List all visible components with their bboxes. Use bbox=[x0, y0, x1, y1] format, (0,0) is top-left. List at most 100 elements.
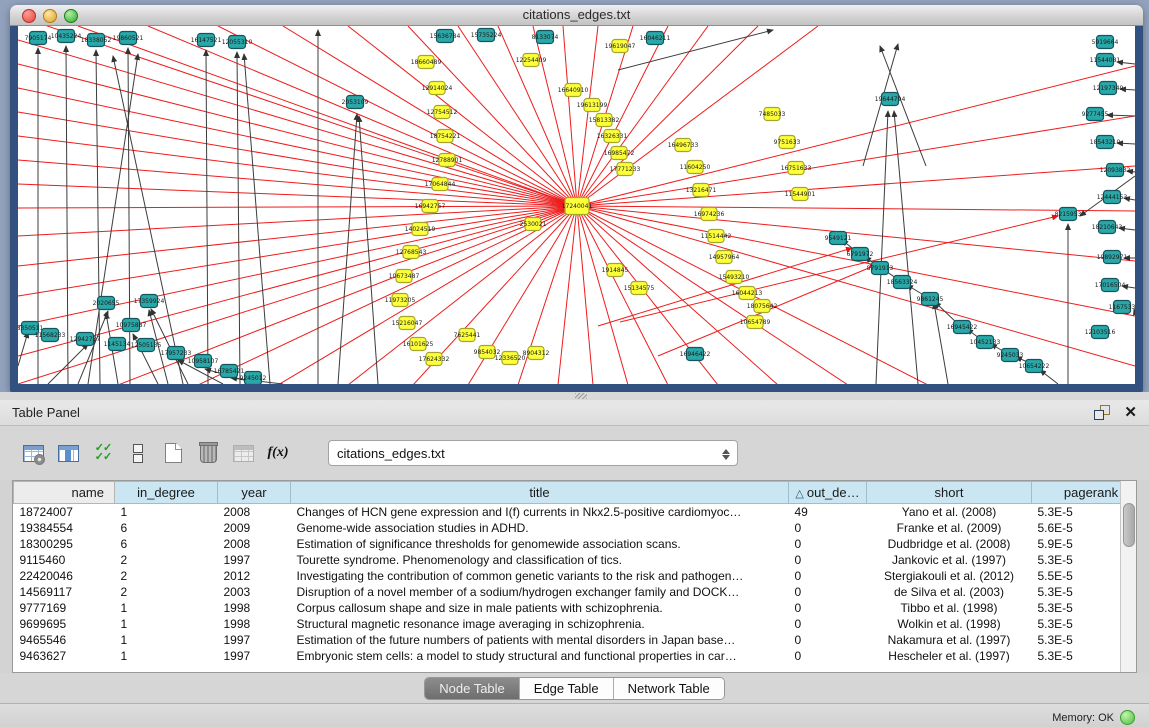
cell-year[interactable]: 2012 bbox=[218, 568, 291, 584]
cell-short[interactable]: Jankovic et al. (1997) bbox=[867, 552, 1032, 568]
cell-name[interactable]: 9115460 bbox=[14, 552, 115, 568]
cell-name[interactable]: 14569117 bbox=[14, 584, 115, 600]
cell-out_degree[interactable]: 0 bbox=[789, 584, 867, 600]
cell-title[interactable]: Embryonic stem cells: a model to study s… bbox=[291, 648, 789, 664]
cell-name[interactable]: 19384554 bbox=[14, 520, 115, 536]
citation-network-graph[interactable]: 7905174104352241833805219860521161475211… bbox=[18, 26, 1135, 384]
cell-name[interactable]: 9699695 bbox=[14, 616, 115, 632]
cell-year[interactable]: 2008 bbox=[218, 536, 291, 552]
network-canvas[interactable]: 7905174104352241833805219860521161475211… bbox=[18, 26, 1135, 384]
cell-year[interactable]: 2003 bbox=[218, 584, 291, 600]
table-row[interactable]: 1456911722003Disruption of a novel membe… bbox=[14, 584, 1138, 600]
cell-out_degree[interactable]: 0 bbox=[789, 536, 867, 552]
table-mode-button[interactable] bbox=[125, 440, 151, 466]
table-row[interactable]: 911546021997Tourette syndrome. Phenomeno… bbox=[14, 552, 1138, 568]
cell-in_degree[interactable]: 6 bbox=[115, 520, 218, 536]
cell-out_degree[interactable]: 0 bbox=[789, 568, 867, 584]
table-row[interactable]: 1872400712008Changes of HCN gene express… bbox=[14, 504, 1138, 521]
cell-title[interactable]: Genome-wide association studies in ADHD. bbox=[291, 520, 789, 536]
cell-name[interactable]: 9777169 bbox=[14, 600, 115, 616]
svg-text:18754221: 18754221 bbox=[430, 133, 461, 140]
column-header-year[interactable]: year bbox=[218, 482, 291, 504]
svg-text:12197349: 12197349 bbox=[1093, 85, 1124, 92]
window-titlebar[interactable]: citations_edges.txt bbox=[10, 5, 1143, 26]
table-row[interactable]: 2242004622012Investigating the contribut… bbox=[14, 568, 1138, 584]
cell-title[interactable]: Investigating the contribution of common… bbox=[291, 568, 789, 584]
cell-title[interactable]: Structural magnetic resonance image aver… bbox=[291, 616, 789, 632]
cell-year[interactable]: 2009 bbox=[218, 520, 291, 536]
cell-short[interactable]: Yano et al. (2008) bbox=[867, 504, 1032, 521]
cell-short[interactable]: de Silva et al. (2003) bbox=[867, 584, 1032, 600]
cell-year[interactable]: 1997 bbox=[218, 552, 291, 568]
cell-in_degree[interactable]: 2 bbox=[115, 552, 218, 568]
cell-year[interactable]: 1998 bbox=[218, 600, 291, 616]
table-row[interactable]: 1830029562008Estimation of significance … bbox=[14, 536, 1138, 552]
close-panel-icon[interactable]: ✕ bbox=[1124, 405, 1137, 420]
cell-in_degree[interactable]: 1 bbox=[115, 600, 218, 616]
table-row[interactable]: 946362711997Embryonic stem cells: a mode… bbox=[14, 648, 1138, 664]
cell-in_degree[interactable]: 1 bbox=[115, 616, 218, 632]
cell-title[interactable]: Estimation of the future numbers of pati… bbox=[291, 632, 789, 648]
cell-year[interactable]: 1997 bbox=[218, 648, 291, 664]
cell-name[interactable]: 9463627 bbox=[14, 648, 115, 664]
table-select-dropdown[interactable]: citations_edges.txt bbox=[328, 440, 738, 466]
cell-year[interactable]: 1998 bbox=[218, 616, 291, 632]
function-builder-button[interactable]: f(x) bbox=[265, 440, 291, 466]
cell-title[interactable]: Tourette syndrome. Phenomenology and cla… bbox=[291, 552, 789, 568]
delete-column-button[interactable] bbox=[195, 440, 221, 466]
cell-in_degree[interactable]: 1 bbox=[115, 648, 218, 664]
table-row[interactable]: 946554611997Estimation of the future num… bbox=[14, 632, 1138, 648]
cell-title[interactable]: Disruption of a novel member of a sodium… bbox=[291, 584, 789, 600]
cell-in_degree[interactable]: 2 bbox=[115, 568, 218, 584]
column-header-title[interactable]: title bbox=[291, 482, 789, 504]
table-row[interactable]: 977716911998Corpus callosum shape and si… bbox=[14, 600, 1138, 616]
cell-out_degree[interactable]: 0 bbox=[789, 648, 867, 664]
cell-year[interactable]: 2008 bbox=[218, 504, 291, 521]
add-column-button[interactable] bbox=[160, 440, 186, 466]
cell-title[interactable]: Changes of HCN gene expression and I(f) … bbox=[291, 504, 789, 521]
cell-out_degree[interactable]: 0 bbox=[789, 520, 867, 536]
cell-title[interactable]: Estimation of significance thresholds fo… bbox=[291, 536, 789, 552]
column-header-out_degree[interactable]: △ out_de… bbox=[789, 482, 867, 504]
vertical-scrollbar[interactable] bbox=[1120, 481, 1136, 672]
row-select-button[interactable]: ✓✓✓✓ bbox=[90, 440, 116, 466]
cell-in_degree[interactable]: 1 bbox=[115, 632, 218, 648]
tab-edge-table[interactable]: Edge Table bbox=[519, 678, 613, 699]
cell-name[interactable]: 9465546 bbox=[14, 632, 115, 648]
table-row[interactable]: 969969511998Structural magnetic resonanc… bbox=[14, 616, 1138, 632]
cell-in_degree[interactable]: 2 bbox=[115, 584, 218, 600]
cell-short[interactable]: Franke et al. (2009) bbox=[867, 520, 1032, 536]
column-header-name[interactable]: name bbox=[14, 482, 115, 504]
cell-short[interactable]: Wolkin et al. (1998) bbox=[867, 616, 1032, 632]
cell-name[interactable]: 22420046 bbox=[14, 568, 115, 584]
table-settings-button[interactable] bbox=[20, 440, 46, 466]
cell-out_degree[interactable]: 0 bbox=[789, 616, 867, 632]
svg-text:17064844: 17064844 bbox=[425, 181, 456, 188]
cell-name[interactable]: 18724007 bbox=[14, 504, 115, 521]
cell-out_degree[interactable]: 49 bbox=[789, 504, 867, 521]
cell-short[interactable]: Nakamura et al. (1997) bbox=[867, 632, 1032, 648]
cell-short[interactable]: Dudbridge et al. (2008) bbox=[867, 536, 1032, 552]
column-header-in_degree[interactable]: in_degree bbox=[115, 482, 218, 504]
column-header-short[interactable]: short bbox=[867, 482, 1032, 504]
cell-in_degree[interactable]: 1 bbox=[115, 504, 218, 521]
cell-out_degree[interactable]: 0 bbox=[789, 600, 867, 616]
cell-in_degree[interactable]: 6 bbox=[115, 536, 218, 552]
column-visibility-button[interactable] bbox=[55, 440, 81, 466]
panel-divider[interactable] bbox=[0, 392, 1149, 400]
cell-name[interactable]: 18300295 bbox=[14, 536, 115, 552]
float-panel-icon[interactable] bbox=[1094, 405, 1110, 420]
table-row[interactable]: 1938455462009Genome-wide association stu… bbox=[14, 520, 1138, 536]
scrollbar-thumb[interactable] bbox=[1123, 503, 1135, 547]
cell-short[interactable]: Tibbo et al. (1998) bbox=[867, 600, 1032, 616]
cell-short[interactable]: Hescheler et al. (1997) bbox=[867, 648, 1032, 664]
split-handle-icon[interactable] bbox=[575, 393, 587, 399]
cell-out_degree[interactable]: 0 bbox=[789, 552, 867, 568]
cell-out_degree[interactable]: 0 bbox=[789, 632, 867, 648]
cell-short[interactable]: Stergiakouli et al. (2012) bbox=[867, 568, 1032, 584]
cell-year[interactable]: 1997 bbox=[218, 632, 291, 648]
tab-node-table[interactable]: Node Table bbox=[425, 678, 519, 699]
tab-network-table[interactable]: Network Table bbox=[613, 678, 724, 699]
import-table-button bbox=[230, 440, 256, 466]
cell-title[interactable]: Corpus callosum shape and size in male p… bbox=[291, 600, 789, 616]
